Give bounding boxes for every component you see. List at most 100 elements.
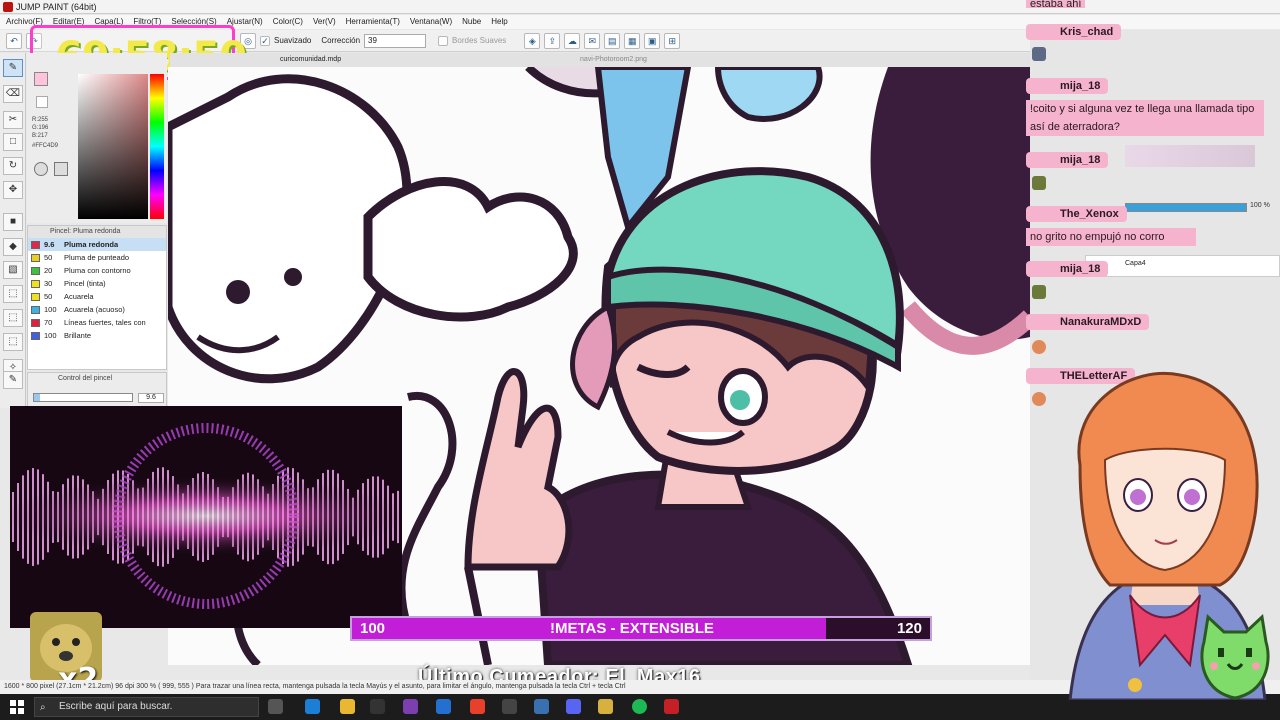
brush-item[interactable]: 50 Pluma de punteado — [28, 251, 166, 264]
brush-size-slider[interactable] — [33, 393, 133, 402]
brush-size: 70 — [44, 318, 53, 327]
title-bar: JUMP PAINT (64bit) — [0, 0, 1280, 14]
smooth-checkbox[interactable]: ✓ — [260, 35, 270, 46]
brush-size: 100 — [44, 331, 57, 340]
fill-tool-icon[interactable]: ■ — [3, 213, 23, 231]
brush-item[interactable]: 100 Brillante — [28, 329, 166, 342]
chat-top-text: estaba ahí — [1026, 0, 1086, 8]
brush-panel-title: Pincel: Pluma redonda — [28, 226, 166, 238]
tool-column: ✎ ⌫ ✂ □ ↻ ✥ ■ ◆ ▧ ⬚ ⬚ ⬚ ✧ ✎ — [0, 53, 26, 408]
tiles-icon[interactable]: ⊞ — [664, 32, 681, 49]
secondary-color-swatch[interactable] — [36, 96, 48, 108]
window-title: JUMP PAINT (64bit) — [16, 2, 97, 12]
store-icon[interactable] — [436, 699, 451, 714]
brush-panel: Pincel: Pluma redonda 9.6 Pluma redonda 50… — [27, 225, 167, 370]
taskbar-search[interactable]: Escribe aquí para buscar. — [34, 697, 259, 717]
pen-tool-icon[interactable]: ✎ — [3, 59, 23, 77]
brave-icon[interactable] — [470, 699, 485, 714]
task-view-icon[interactable] — [268, 699, 283, 714]
chat-text-1: !coito y si alguna vez te llega una llam… — [1026, 100, 1264, 136]
brush-control-panel: Control del pincel 9.6 — [27, 372, 167, 407]
brush-color-swatch — [31, 266, 40, 275]
spotify-icon[interactable] — [632, 699, 647, 714]
magic-wand-icon[interactable]: ⬚ — [3, 309, 23, 327]
tab-curicomunidad[interactable]: curicomunidad.mdp — [280, 53, 341, 67]
brush-name: Pluma de punteado — [64, 253, 130, 262]
select-pen-icon[interactable]: ⬚ — [3, 285, 23, 303]
eraser-tool-icon[interactable]: ⌫ — [3, 85, 23, 103]
chat-user-5: NanakuraMDxD — [1026, 314, 1150, 330]
file-explorer-icon[interactable] — [340, 699, 355, 714]
goal-label: !METAS - EXTENSIBLE — [550, 620, 714, 637]
zoom-tool-icon[interactable]: ✎ — [3, 371, 23, 389]
windows-start-icon[interactable] — [10, 700, 24, 714]
share-icon[interactable]: ⇪ — [544, 32, 561, 49]
brush-size: 9.6 — [44, 240, 55, 249]
brush-name: Pluma con contorno — [64, 266, 131, 275]
bucket-tool-icon[interactable]: ◆ — [3, 238, 23, 256]
gradient-tool-icon[interactable]: ▧ — [3, 261, 23, 279]
tab-navi-photoroom[interactable]: navi-Photoroom2.png — [580, 53, 647, 67]
brush-color-swatch — [31, 253, 40, 262]
smooth-label: Suavizado — [274, 36, 312, 45]
menu-ventana[interactable]: Ventana(W) — [410, 15, 452, 29]
obs-icon[interactable] — [502, 699, 517, 714]
palette-icon[interactable] — [34, 162, 48, 176]
rect-select-icon[interactable]: □ — [3, 133, 23, 151]
grid-icon[interactable]: ▦ — [624, 32, 641, 49]
pen-app-icon[interactable] — [403, 699, 418, 714]
brush-color-swatch — [31, 240, 40, 249]
opacity-slider[interactable] — [1125, 203, 1247, 212]
brush-name: Acuarela — [64, 292, 94, 301]
panel-icon[interactable]: ▣ — [644, 32, 661, 49]
cloud-icon[interactable]: ☁ — [564, 32, 581, 49]
brush-name: Brillante — [64, 331, 92, 340]
color-tool-icon[interactable] — [54, 162, 68, 176]
undo-icon[interactable]: ↶ — [6, 32, 22, 49]
move-tool-icon[interactable]: ✥ — [3, 181, 23, 199]
hue-slider[interactable] — [150, 74, 164, 219]
app-icon-1[interactable] — [534, 699, 549, 714]
brush-size: 100 — [44, 305, 57, 314]
layer-opacity-value: 100 % — [1250, 202, 1270, 209]
bucket-icon[interactable]: ◈ — [524, 32, 541, 49]
chat-avatar-0 — [1032, 47, 1046, 61]
lasso-tool-icon[interactable]: ✂ — [3, 111, 23, 129]
brush-item[interactable]: 20 Pluma con contorno — [28, 264, 166, 277]
menu-herramienta[interactable]: Herramienta(T) — [346, 15, 400, 29]
brush-control-title: Control del pincel — [58, 375, 113, 382]
brush-item[interactable]: 30 Pincel (tinta) — [28, 277, 166, 290]
brush-item[interactable]: 100 Acuarela (acuoso) — [28, 303, 166, 316]
rgb-b: B:217 — [32, 133, 48, 139]
brush-item[interactable]: 9.6 Pluma redonda — [28, 238, 166, 251]
brush-item[interactable]: 70 Líneas fuertes, tales con — [28, 316, 166, 329]
primary-color-swatch[interactable] — [34, 72, 48, 86]
notepad-icon[interactable] — [370, 699, 385, 714]
menu-color[interactable]: Color(C) — [273, 15, 303, 29]
hex-value: #FFC4D9 — [32, 143, 59, 149]
brush-item[interactable]: 50 Acuarela — [28, 290, 166, 303]
chat-avatar-5 — [1032, 340, 1046, 354]
chat-user-2: mija_18 — [1026, 152, 1109, 168]
correction-input[interactable]: 39 — [364, 33, 427, 48]
layer-row-capa4[interactable] — [1085, 255, 1280, 277]
soft-edges-checkbox[interactable] — [438, 35, 449, 46]
visualizer-graphic — [10, 406, 402, 628]
app-icon — [3, 2, 13, 12]
menu-nube[interactable]: Nube — [462, 15, 481, 29]
brush-name: Pincel (tinta) — [64, 279, 106, 288]
color-saturation-square[interactable] — [78, 74, 148, 219]
layer-name: Capa4 — [1125, 260, 1146, 267]
layout-icon[interactable]: ▤ — [604, 32, 621, 49]
menu-ver[interactable]: Ver(V) — [313, 15, 336, 29]
dropper-tool-icon[interactable]: ⬚ — [3, 333, 23, 351]
edge-icon[interactable] — [305, 699, 320, 714]
brush-size-value[interactable]: 9.6 — [138, 393, 164, 403]
comment-icon[interactable]: ✉ — [584, 32, 601, 49]
discord-icon[interactable] — [566, 699, 581, 714]
app-icon-2[interactable] — [598, 699, 613, 714]
menu-help[interactable]: Help — [491, 15, 507, 29]
text-tool-icon[interactable]: ↻ — [3, 157, 23, 175]
goal-start: 100 — [360, 620, 386, 637]
jump-paint-icon[interactable] — [664, 699, 679, 714]
